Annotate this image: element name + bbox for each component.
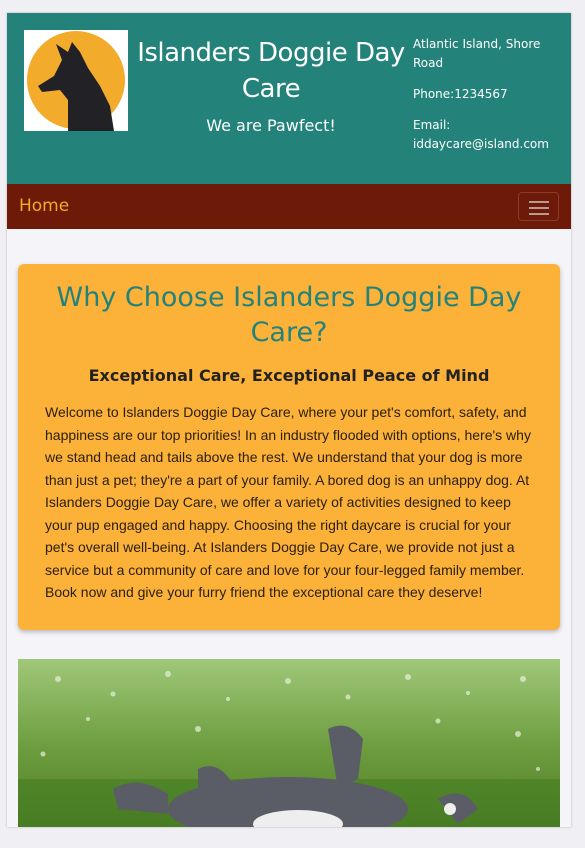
contact-address: Atlantic Island, Shore Road — [413, 37, 541, 70]
section-heading: Why Choose Islanders Doggie Day Care? — [56, 282, 522, 348]
site-tagline: We are Pawfect! — [206, 116, 336, 135]
navbar: Home — [7, 184, 571, 229]
site-title: Islanders Doggie Day Care — [137, 38, 405, 104]
site-header: Islanders Doggie Day Care We are Pawfect… — [7, 13, 571, 184]
section-body: Welcome to Islanders Doggie Day Care, wh… — [45, 404, 531, 600]
brand-block: Islanders Doggie Day Care We are Pawfect… — [131, 35, 411, 135]
dog-on-grass-image — [18, 659, 560, 827]
hamburger-icon — [529, 207, 549, 209]
why-choose-card: Why Choose Islanders Doggie Day Care? Ex… — [18, 264, 560, 630]
nav-home-link[interactable]: Home — [19, 196, 69, 216]
contact-email: Email: iddaycare@island.com — [413, 118, 549, 151]
dog-photo — [18, 659, 560, 827]
page-frame: Islanders Doggie Day Care We are Pawfect… — [7, 13, 571, 827]
logo — [24, 30, 128, 131]
contact-info: Atlantic Island, Shore Road Phone:123456… — [413, 35, 563, 166]
hamburger-icon — [529, 201, 549, 203]
menu-toggle-button[interactable] — [518, 192, 559, 221]
section-subheading: Exceptional Care, Exceptional Peace of M… — [88, 366, 490, 385]
dog-logo-icon — [24, 30, 128, 131]
contact-phone: Phone:1234567 — [413, 87, 508, 101]
hamburger-icon — [529, 213, 549, 215]
